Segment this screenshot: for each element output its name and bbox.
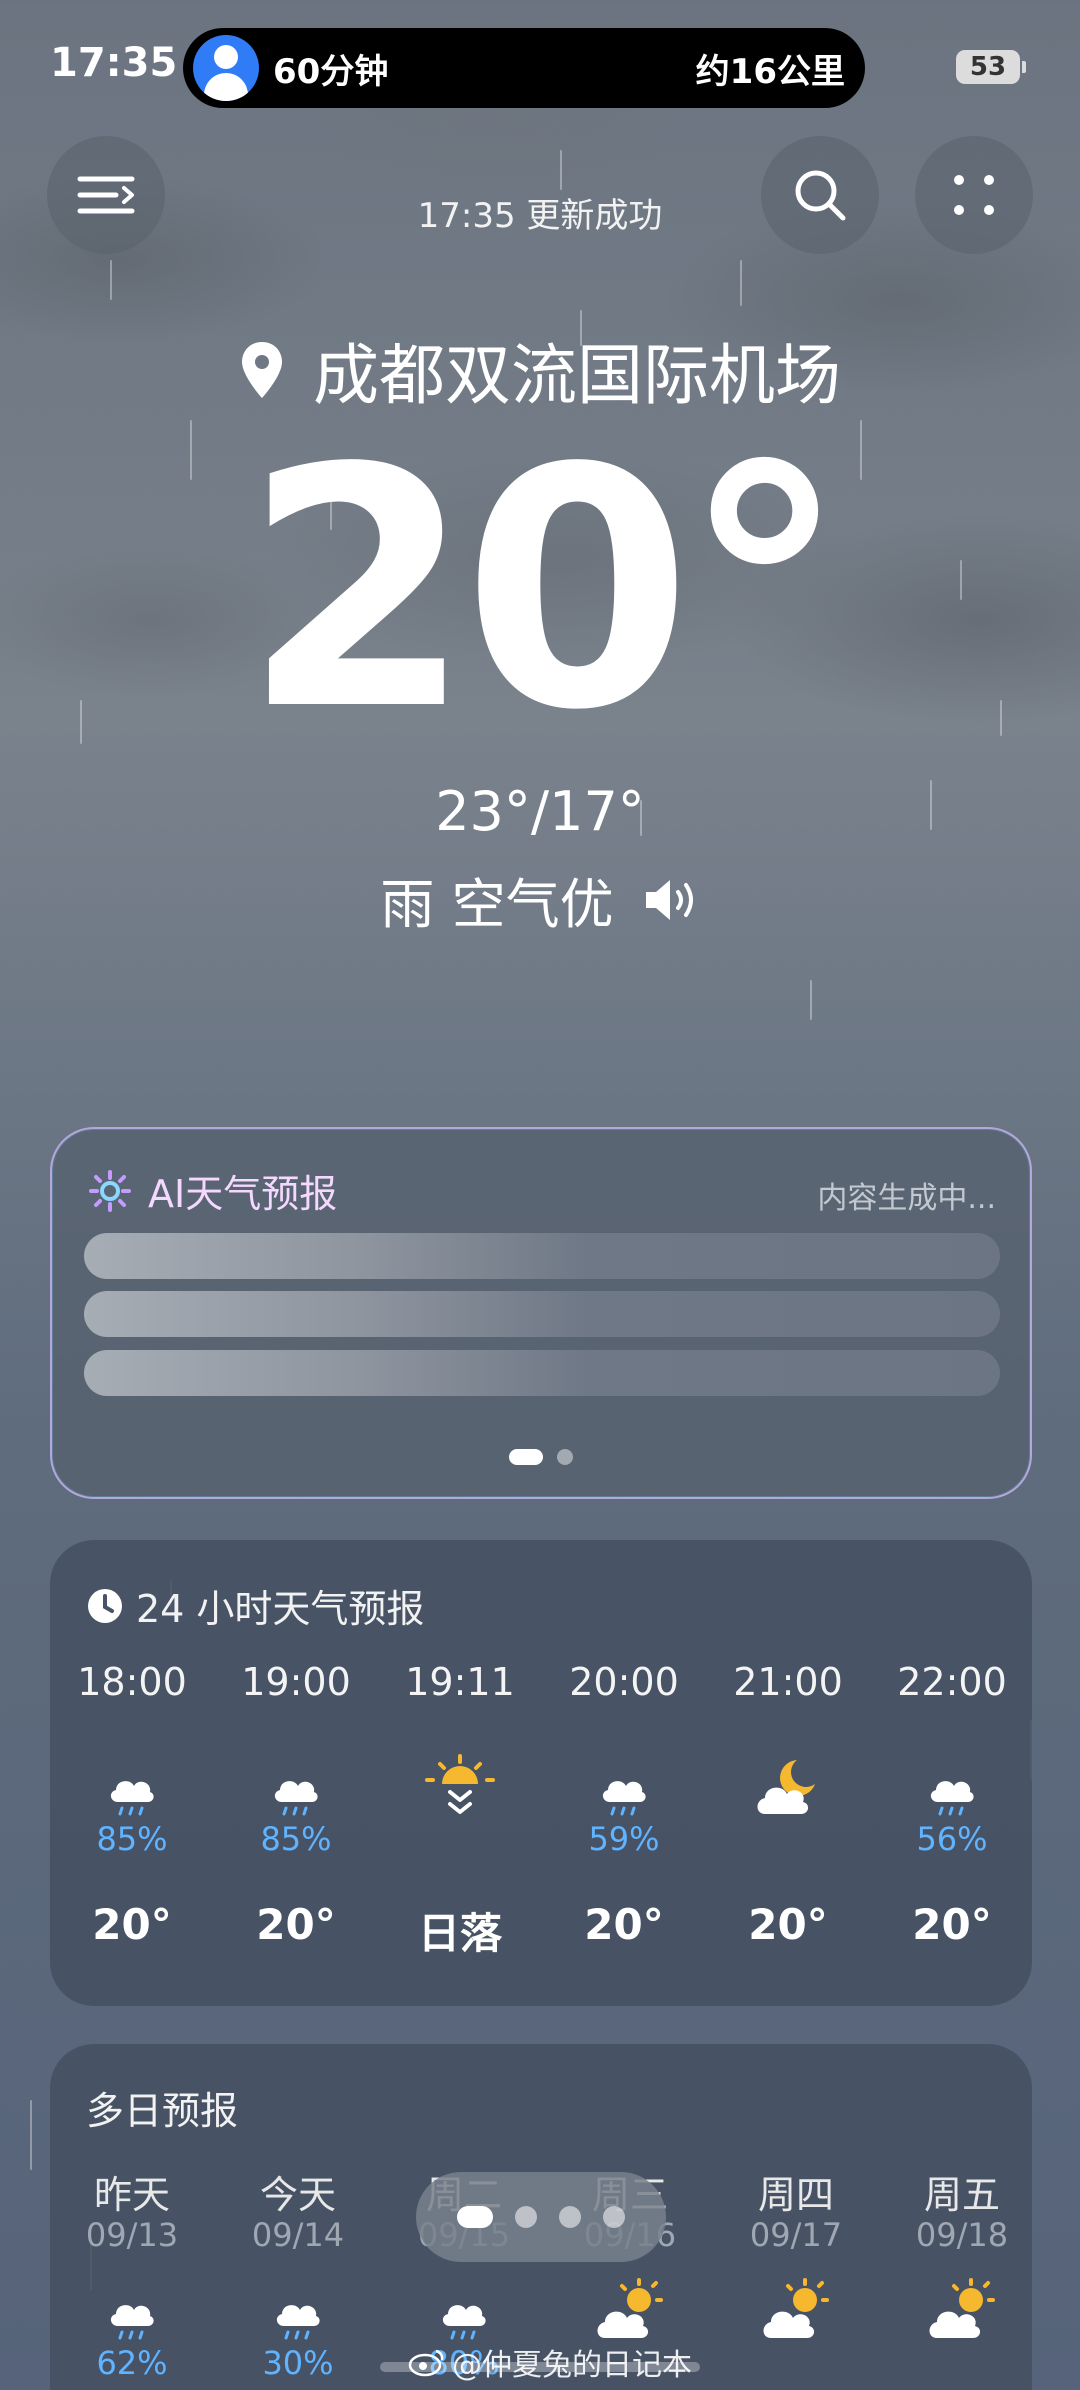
day-date: 09/14 bbox=[251, 2216, 345, 2254]
precip-probability: 59% bbox=[588, 1820, 660, 1858]
grid-dots-icon bbox=[954, 175, 994, 215]
hour-temperature: 20° bbox=[912, 1900, 992, 1949]
hour-time: 20:00 bbox=[569, 1660, 679, 1704]
hour-time: 18:00 bbox=[77, 1660, 187, 1704]
hour-temperature: 20° bbox=[256, 1900, 336, 1949]
location-pin-icon bbox=[242, 342, 282, 398]
day-date: 09/17 bbox=[749, 2216, 843, 2254]
search-button[interactable] bbox=[761, 136, 879, 254]
speaker-icon[interactable] bbox=[642, 876, 700, 924]
day-date: 09/13 bbox=[85, 2216, 179, 2254]
cloud-rain-icon bbox=[50, 1750, 214, 1820]
hour-item[interactable]: 19:00 85% 20° bbox=[214, 1660, 378, 1949]
hourly-forecast-title: 24 小时天气预报 bbox=[136, 1587, 425, 1631]
day-name: 今天 bbox=[259, 2173, 336, 2217]
page-dot bbox=[559, 2206, 581, 2228]
rain-streak bbox=[110, 260, 112, 300]
hour-temperature: 日落 bbox=[417, 1909, 502, 1958]
loading-placeholder bbox=[84, 1350, 1000, 1396]
ai-forecast-card[interactable]: AI天气预报 内容生成中... bbox=[50, 1127, 1032, 1499]
island-distance: 约16公里 bbox=[695, 51, 845, 92]
day-name: 周四 bbox=[757, 2173, 834, 2217]
rain-streak bbox=[810, 980, 812, 1020]
day-item[interactable]: 昨天 09/13 62% bbox=[50, 2164, 214, 2382]
battery-indicator: 53 bbox=[956, 50, 1026, 84]
loading-placeholder bbox=[84, 1233, 1000, 1279]
hour-time: 22:00 bbox=[897, 1660, 1007, 1704]
more-button[interactable] bbox=[915, 136, 1033, 254]
hour-temperature: 20° bbox=[748, 1900, 828, 1949]
rain-streak bbox=[740, 260, 742, 306]
hour-item[interactable]: 21:00 20° bbox=[706, 1660, 870, 1949]
rain-streak bbox=[30, 2100, 32, 2170]
sun-cloud-icon bbox=[880, 2274, 1032, 2344]
ai-forecast-title: AI天气预报 bbox=[148, 1172, 338, 1216]
precip-probability: 62% bbox=[96, 2344, 168, 2382]
cloud-rain-icon bbox=[542, 1750, 706, 1820]
clock-icon bbox=[88, 1588, 122, 1623]
precip-probability: 56% bbox=[916, 1820, 988, 1858]
precip-probability: 30% bbox=[262, 2344, 334, 2382]
search-icon bbox=[795, 170, 846, 221]
pager-dot bbox=[557, 1449, 573, 1465]
cloud-rain-icon bbox=[50, 2274, 214, 2344]
cloud-rain-icon bbox=[214, 1750, 378, 1820]
day-item[interactable]: 今天 09/14 30% bbox=[216, 2164, 380, 2382]
pager-dot-active bbox=[509, 1449, 543, 1465]
condition-text: 雨 空气优 bbox=[380, 873, 614, 936]
moon-cloud-icon bbox=[706, 1750, 870, 1820]
hour-item[interactable]: 20:00 59% 20° bbox=[542, 1660, 706, 1949]
day-item[interactable]: 周四 09/17 bbox=[714, 2164, 878, 2344]
precip-probability: 85% bbox=[96, 1820, 168, 1858]
hourly-forecast-card[interactable]: 24 小时天气预报 18:00 85% 20° 19:00 85% 20° 19:11 日落 2… bbox=[50, 1540, 1032, 2006]
ai-card-pager[interactable] bbox=[52, 1449, 1030, 1465]
hour-temperature: 20° bbox=[584, 1900, 664, 1949]
hour-temperature: 20° bbox=[92, 1900, 172, 1949]
current-temperature: 20° bbox=[242, 398, 847, 782]
sunset-icon bbox=[378, 1750, 542, 1820]
page-indicator[interactable] bbox=[416, 2172, 666, 2262]
cloud-rain-icon bbox=[870, 1750, 1032, 1820]
day-name: 周五 bbox=[923, 2173, 1000, 2217]
hour-item[interactable]: 19:11 日落 bbox=[378, 1660, 542, 1961]
dynamic-island[interactable]: 60分钟 约16公里 bbox=[183, 28, 865, 108]
hour-time: 19:11 bbox=[405, 1660, 515, 1704]
hour-item[interactable]: 18:00 85% 20° bbox=[50, 1660, 214, 1949]
hourly-forecast-header: 24 小时天气预报 bbox=[86, 1578, 424, 1633]
hourly-list[interactable]: 18:00 85% 20° 19:00 85% 20° 19:11 日落 20:00 59% 20°… bbox=[50, 1660, 1032, 1990]
daily-forecast-title: 多日预报 bbox=[86, 2089, 239, 2133]
day-item[interactable]: 周五 09/18 bbox=[880, 2164, 1032, 2344]
high-low-temperature: 23°/17° bbox=[435, 780, 645, 843]
home-indicator[interactable] bbox=[380, 2362, 700, 2372]
sun-cloud-icon bbox=[714, 2274, 878, 2344]
sun-cloud-icon bbox=[548, 2274, 712, 2344]
page-dot bbox=[603, 2206, 625, 2228]
ai-forecast-status: 内容生成中... bbox=[817, 1181, 996, 1216]
page-dot bbox=[515, 2206, 537, 2228]
hour-time: 21:00 bbox=[733, 1660, 843, 1704]
ai-sparkle-icon bbox=[89, 1169, 131, 1212]
day-date: 09/18 bbox=[915, 2216, 1009, 2254]
status-time: 17:35 bbox=[50, 40, 178, 86]
loading-placeholder bbox=[84, 1291, 1000, 1337]
rain-streak bbox=[560, 150, 562, 190]
page-dot-active bbox=[457, 2206, 493, 2228]
cloud-rain-icon bbox=[382, 2274, 546, 2344]
cloud-rain-icon bbox=[216, 2274, 380, 2344]
precip-probability bbox=[706, 1820, 870, 1860]
avatar bbox=[193, 35, 259, 101]
weather-condition: 雨 空气优 bbox=[0, 860, 1080, 939]
day-name: 昨天 bbox=[93, 2173, 170, 2217]
precip-probability bbox=[378, 1820, 542, 1860]
hour-item[interactable]: 22:00 56% 20° bbox=[870, 1660, 1032, 1949]
hour-time: 19:00 bbox=[241, 1660, 351, 1704]
ai-forecast-header: AI天气预报 bbox=[88, 1163, 337, 1218]
island-duration: 60分钟 bbox=[273, 51, 389, 92]
precip-probability: 85% bbox=[260, 1820, 332, 1858]
